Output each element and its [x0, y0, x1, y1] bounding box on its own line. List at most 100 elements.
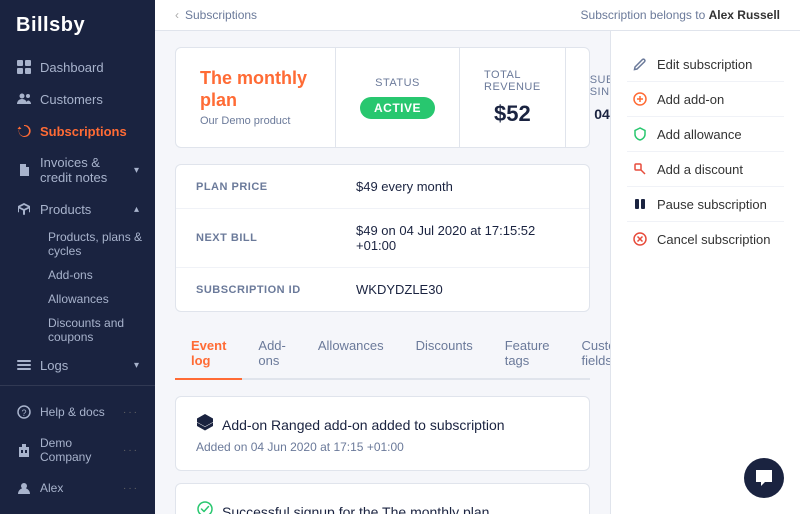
- sidebar-bottom: ? Help & docs ··· Demo Company ··· Alex …: [0, 385, 155, 514]
- action-add-discount-label: Add a discount: [657, 162, 743, 177]
- actions-panel: Edit subscription Add add-on Add allowan…: [610, 31, 800, 514]
- info-row-sub-id: SUBSCRIPTION ID WKDYDZLE30: [176, 268, 589, 311]
- topbar: ‹ Subscriptions Subscription belongs to …: [155, 0, 800, 31]
- action-cancel[interactable]: Cancel subscription: [627, 222, 784, 256]
- tab-discounts[interactable]: Discounts: [400, 328, 489, 380]
- main-content: ‹ Subscriptions Subscription belongs to …: [155, 0, 800, 514]
- sidebar: Billsby Dashboard Customers Subscription…: [0, 0, 155, 514]
- since-label: Subscription since: [590, 74, 610, 98]
- info-label-next-bill: NEXT BILL: [196, 232, 356, 244]
- list-icon: [16, 357, 32, 373]
- sidebar-nav: Dashboard Customers Subscriptions Invoic…: [0, 51, 155, 385]
- event-addon-text: Add-on Ranged add-on added to subscripti…: [222, 417, 505, 433]
- action-edit[interactable]: Edit subscription: [627, 47, 784, 82]
- chat-button[interactable]: [744, 458, 784, 498]
- file-icon: [16, 162, 32, 178]
- info-value-plan-price: $49 every month: [356, 179, 453, 194]
- svg-text:?: ?: [21, 408, 26, 418]
- sidebar-item-help[interactable]: ? Help & docs ···: [0, 396, 155, 428]
- sidebar-item-products[interactable]: Products ▴: [0, 193, 155, 225]
- sidebar-item-company[interactable]: Demo Company ···: [0, 428, 155, 472]
- status-badge: ACTIVE: [360, 97, 435, 119]
- breadcrumb-back-icon: ‹: [175, 8, 179, 22]
- sidebar-item-subscriptions[interactable]: Subscriptions: [0, 115, 155, 147]
- sidebar-item-logs-label: Logs: [40, 358, 68, 373]
- info-row-next-bill: NEXT BILL $49 on 04 Jul 2020 at 17:15:52…: [176, 209, 589, 268]
- layers-icon: [196, 413, 214, 436]
- action-pause[interactable]: Pause subscription: [627, 187, 784, 222]
- grid-icon: [16, 59, 32, 75]
- sidebar-item-user[interactable]: Alex ···: [0, 472, 155, 504]
- tab-feature-tags[interactable]: Feature tags: [489, 328, 566, 380]
- info-value-next-bill: $49 on 04 Jul 2020 at 17:15:52 +01:00: [356, 223, 569, 253]
- sidebar-item-help-label: Help & docs: [40, 405, 105, 419]
- status-stat: Status ACTIVE: [336, 48, 460, 147]
- chevron-down-icon: ▾: [134, 165, 139, 176]
- revenue-value: $52: [494, 101, 531, 127]
- sidebar-item-company-label: Demo Company: [40, 436, 115, 464]
- event-addon-title: Add-on Ranged add-on added to subscripti…: [196, 413, 569, 436]
- sidebar-item-dashboard-label: Dashboard: [40, 60, 104, 75]
- action-add-allowance[interactable]: Add allowance: [627, 117, 784, 152]
- box-icon: [16, 201, 32, 217]
- breadcrumb-link[interactable]: Subscriptions: [185, 8, 257, 22]
- sidebar-item-user-label: Alex: [40, 481, 63, 495]
- content-area: The monthly plan Our Demo product Status…: [155, 31, 610, 514]
- chevron-down-icon: ▾: [134, 360, 139, 371]
- action-edit-label: Edit subscription: [657, 57, 752, 72]
- sidebar-item-invoices-label: Invoices & credit notes: [40, 155, 126, 185]
- sidebar-item-invoices[interactable]: Invoices & credit notes ▾: [0, 147, 155, 193]
- question-icon: ?: [16, 404, 32, 420]
- sidebar-item-products-label: Products: [40, 202, 91, 217]
- tab-allowances[interactable]: Allowances: [302, 328, 400, 380]
- info-row-plan-price: PLAN PRICE $49 every month: [176, 165, 589, 209]
- sidebar-item-dashboard[interactable]: Dashboard: [0, 51, 155, 83]
- app-logo: Billsby: [0, 0, 155, 51]
- event-addon-meta: Added on 04 Jun 2020 at 17:15 +01:00: [196, 440, 569, 454]
- action-add-addon-label: Add add-on: [657, 92, 724, 107]
- info-label-sub-id: SUBSCRIPTION ID: [196, 284, 356, 296]
- sidebar-item-customers-label: Customers: [40, 92, 103, 107]
- sidebar-item-products-plans-label: Products, plans & cycles: [48, 230, 147, 258]
- pencil-icon: [631, 55, 649, 73]
- owner-name: Alex Russell: [709, 8, 780, 22]
- plan-info: The monthly plan Our Demo product: [176, 48, 336, 147]
- products-submenu: Products, plans & cycles Add-ons Allowan…: [0, 225, 155, 349]
- since-value: 04 Jun 2020: [594, 106, 610, 122]
- event-signup: Successful signup for the The monthly pl…: [175, 483, 590, 514]
- action-add-discount[interactable]: Add a discount: [627, 152, 784, 187]
- summary-card: The monthly plan Our Demo product Status…: [175, 47, 590, 148]
- tab-add-ons[interactable]: Add-ons: [242, 328, 301, 380]
- sidebar-item-logs[interactable]: Logs ▾: [0, 349, 155, 381]
- tag-icon: [631, 160, 649, 178]
- refresh-icon: [16, 123, 32, 139]
- sidebar-item-addons[interactable]: Add-ons: [40, 263, 155, 287]
- sidebar-item-allowances[interactable]: Allowances: [40, 287, 155, 311]
- action-add-addon[interactable]: Add add-on: [627, 82, 784, 117]
- info-label-plan-price: PLAN PRICE: [196, 181, 356, 193]
- sidebar-item-customers[interactable]: Customers: [0, 83, 155, 115]
- owner-prefix: Subscription belongs to: [581, 8, 706, 22]
- tab-custom-fields[interactable]: Custom fields: [566, 328, 610, 380]
- x-circle-icon: [631, 230, 649, 248]
- tab-event-log[interactable]: Event log: [175, 328, 242, 380]
- info-table: PLAN PRICE $49 every month NEXT BILL $49…: [175, 164, 590, 312]
- sidebar-item-subscriptions-label: Subscriptions: [40, 124, 127, 139]
- event-signup-title: Successful signup for the The monthly pl…: [196, 500, 569, 514]
- owner-info: Subscription belongs to Alex Russell: [581, 8, 780, 22]
- info-value-sub-id: WKDYDZLE30: [356, 282, 443, 297]
- sidebar-item-products-plans[interactable]: Products, plans & cycles: [40, 225, 155, 263]
- chevron-up-icon: ▴: [134, 204, 139, 215]
- sidebar-item-addons-label: Add-ons: [48, 268, 93, 282]
- sidebar-item-discounts-label: Discounts and coupons: [48, 316, 147, 344]
- users-icon: [16, 91, 32, 107]
- plus-circle-icon: [631, 90, 649, 108]
- plan-product: Our Demo product: [200, 115, 311, 127]
- check-circle-icon: [196, 500, 214, 514]
- sidebar-item-discounts[interactable]: Discounts and coupons: [40, 311, 155, 349]
- pause-icon: [631, 195, 649, 213]
- event-tabs: Event log Add-ons Allowances Discounts F…: [175, 328, 590, 380]
- breadcrumb: ‹ Subscriptions: [175, 8, 257, 22]
- person-icon: [16, 480, 32, 496]
- revenue-label: Total Revenue: [484, 69, 541, 93]
